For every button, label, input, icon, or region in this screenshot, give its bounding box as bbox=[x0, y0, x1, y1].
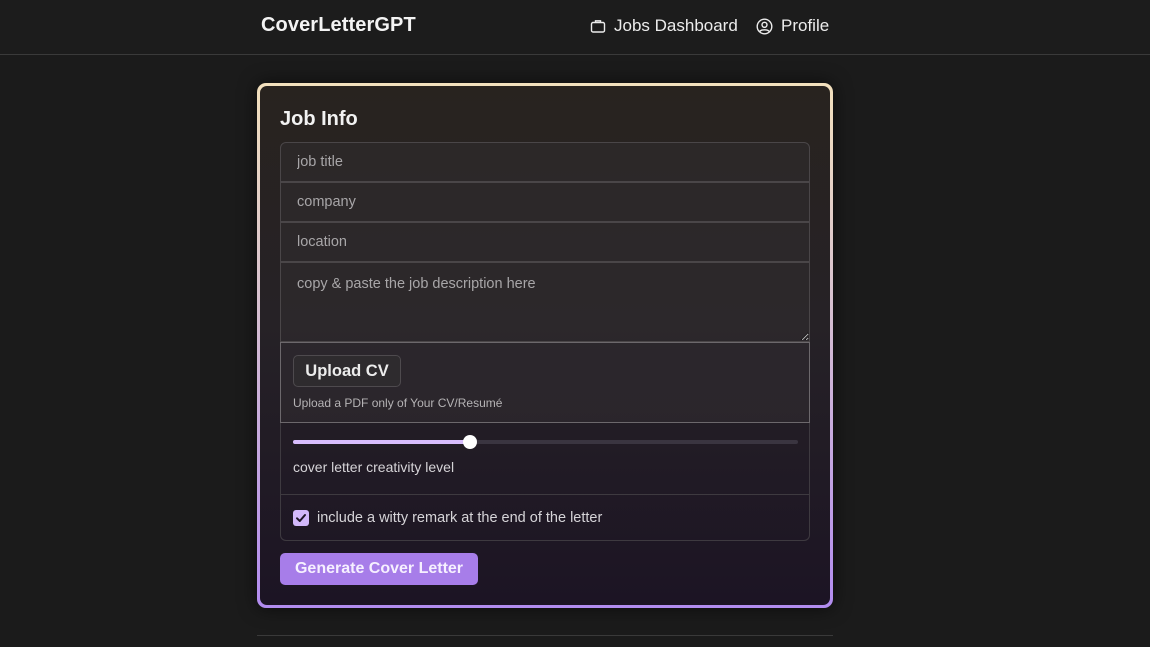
top-navbar: CoverLetterGPT Jobs Dashboard Profile bbox=[0, 0, 1150, 55]
cv-upload-section: Upload CV Upload a PDF only of Your CV/R… bbox=[280, 342, 810, 423]
briefcase-icon bbox=[590, 18, 606, 34]
location-input[interactable] bbox=[280, 222, 810, 262]
checkmark-icon bbox=[296, 514, 306, 522]
nav-jobs-dashboard[interactable]: Jobs Dashboard bbox=[590, 14, 738, 38]
user-circle-icon bbox=[756, 17, 773, 35]
job-description-textarea[interactable] bbox=[280, 262, 810, 342]
nav-profile[interactable]: Profile bbox=[756, 14, 829, 38]
bottom-divider bbox=[257, 635, 833, 636]
form-title: Job Info bbox=[280, 108, 358, 130]
nav-profile-label: Profile bbox=[781, 16, 830, 35]
nav-jobs-label: Jobs Dashboard bbox=[614, 16, 738, 35]
creativity-label: cover letter creativity level bbox=[293, 459, 455, 475]
upload-hint: Upload a PDF only of Your CV/Resumé bbox=[293, 396, 503, 410]
creativity-slider[interactable] bbox=[293, 435, 798, 449]
job-title-input[interactable] bbox=[280, 142, 810, 182]
company-input[interactable] bbox=[280, 182, 810, 222]
slider-fill bbox=[293, 440, 470, 444]
upload-cv-button[interactable]: Upload CV bbox=[293, 355, 401, 387]
creativity-section: cover letter creativity level bbox=[280, 423, 810, 495]
witty-remark-section: include a witty remark at the end of the… bbox=[280, 495, 810, 541]
job-info-form: Job Info Upload CV Upload a PDF only of … bbox=[260, 86, 830, 605]
generate-cover-letter-button[interactable]: Generate Cover Letter bbox=[280, 553, 478, 585]
slider-thumb[interactable] bbox=[462, 435, 477, 449]
brand-logo[interactable]: CoverLetterGPT bbox=[261, 14, 416, 37]
witty-remark-label[interactable]: include a witty remark at the end of the… bbox=[317, 510, 602, 526]
witty-remark-checkbox[interactable] bbox=[293, 510, 309, 526]
job-info-card: Job Info Upload CV Upload a PDF only of … bbox=[257, 83, 833, 608]
